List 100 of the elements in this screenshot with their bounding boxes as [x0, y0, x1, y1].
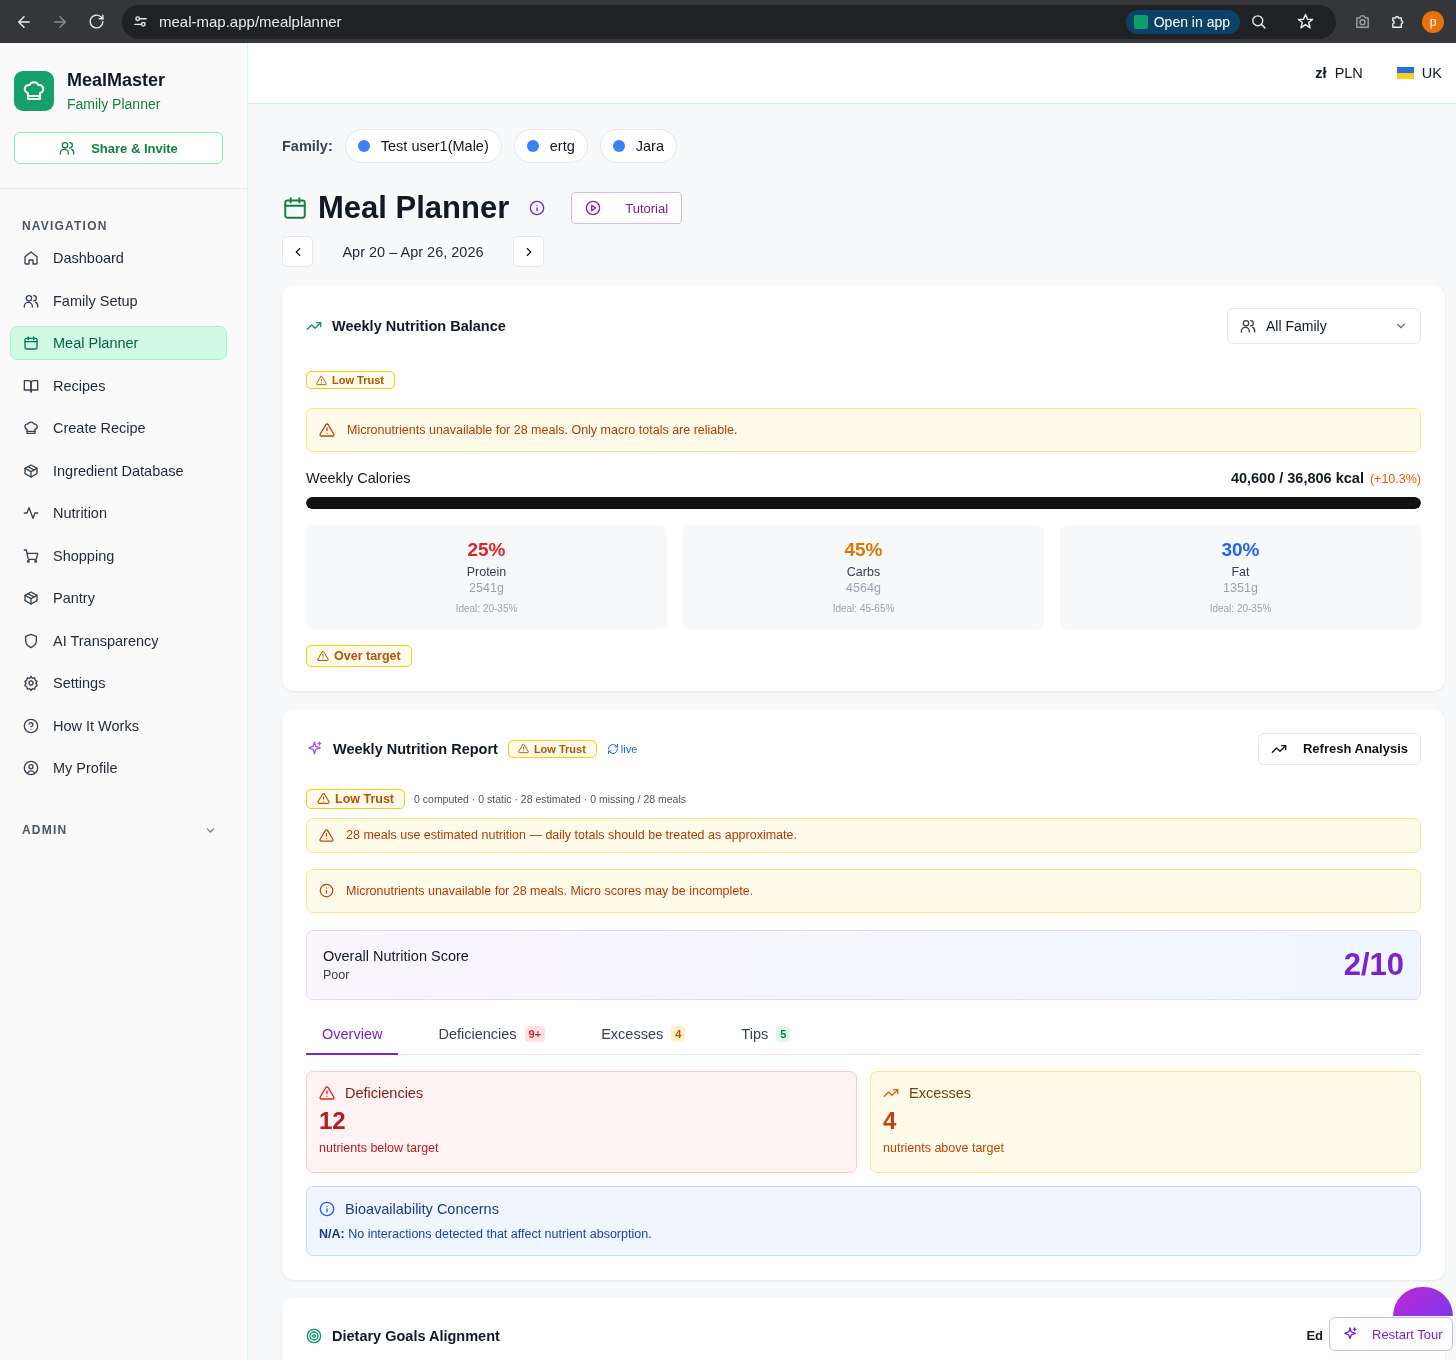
card-title: Dietary Goals Alignment	[332, 1327, 500, 1344]
next-week-button[interactable]	[513, 236, 544, 267]
section-heading: NAVIGATION	[21, 219, 109, 233]
macro-grams: 4564g	[846, 581, 881, 595]
score-rating: Poor	[323, 967, 351, 982]
site-settings-icon	[132, 13, 149, 30]
flag-icon	[1396, 67, 1414, 79]
calories-delta: (+10.3%)	[1369, 471, 1421, 486]
nav-item[interactable]: Meal Planner	[10, 326, 227, 360]
warning-icon	[319, 827, 334, 843]
nav-item[interactable]: Dashboard	[10, 241, 227, 275]
nav-item[interactable]: My Profile	[10, 751, 227, 785]
nav-item[interactable]: Family Setup	[10, 283, 227, 318]
count-badge: 9+	[524, 1025, 546, 1042]
reload-icon	[87, 13, 105, 30]
count-badge: 5	[776, 1025, 791, 1042]
macro-grams: 1351g	[1223, 581, 1258, 595]
calories-label: Weekly Calories	[306, 469, 411, 486]
nav-item[interactable]: Pantry	[10, 581, 227, 615]
summary-count: 4	[883, 1106, 898, 1135]
tab[interactable]: Tips 5	[725, 1014, 807, 1055]
panel-title: Bioavailability Concerns	[345, 1200, 499, 1217]
summary-title: Excesses	[909, 1084, 972, 1101]
calendar-icon	[23, 335, 39, 351]
nav-item[interactable]: Settings	[10, 666, 227, 700]
cube-icon	[23, 462, 39, 479]
zoom-icon	[1250, 13, 1267, 30]
nav-item[interactable]: Recipes	[10, 368, 227, 403]
macro-percent: 45%	[844, 539, 883, 561]
panel-text: N/A: No interactions detected that affect nutrient absorption.	[319, 1226, 653, 1241]
app-name: MealMaster	[67, 70, 166, 91]
target-icon	[306, 1327, 322, 1344]
cube-icon	[23, 590, 39, 606]
nav-item[interactable]: Shopping	[10, 538, 227, 573]
family-filter-dropdown[interactable]: All Family	[1227, 308, 1421, 344]
macro-ideal: Ideal: 20-35%	[455, 603, 518, 614]
restart-tour-button[interactable]: Restart Tour	[1329, 1317, 1453, 1351]
people-icon	[59, 140, 76, 156]
page-title: Meal Planner	[318, 190, 510, 226]
trust-badge: Low Trust	[306, 788, 406, 809]
macro-ideal: Ideal: 45-65%	[832, 603, 895, 614]
macro-name: Protein	[466, 565, 507, 579]
gear-icon	[23, 675, 39, 691]
refresh-analysis-button[interactable]: Refresh Analysis	[1258, 732, 1421, 765]
open-in-app-button[interactable]: Open in app	[1125, 9, 1240, 34]
nav-item[interactable]: Nutrition	[10, 496, 227, 530]
card-title: Weekly Nutrition Report	[333, 740, 498, 757]
language-selector[interactable]: UK	[1396, 65, 1442, 81]
people-icon	[1240, 318, 1256, 334]
info-icon	[319, 1200, 335, 1217]
pulse-icon	[23, 505, 39, 521]
tab[interactable]: Overview	[306, 1014, 399, 1055]
tutorial-button[interactable]: Tutorial	[571, 192, 683, 224]
family-member-chip[interactable]: Jara	[599, 129, 677, 163]
play-icon	[585, 200, 602, 216]
share-invite-button[interactable]: Share & Invite	[14, 132, 223, 164]
score-label: Overall Nutrition Score	[323, 947, 469, 964]
previous-week-button[interactable]	[282, 236, 313, 267]
alert-text: 28 meals use estimated nutrition — daily totals should be treated as approximate.	[346, 828, 797, 842]
meal-counts: 0 computed · 0 static · 28 estimated · 0 missing / 28 meals	[414, 792, 686, 805]
app-logo	[14, 71, 54, 111]
card-title: Weekly Nutrition Balance	[332, 318, 506, 334]
warning-icon	[319, 421, 335, 438]
edit-link[interactable]: Ed	[1306, 1328, 1323, 1343]
family-member-chip[interactable]: ertg	[513, 129, 588, 163]
tab[interactable]: Deficiencies 9+	[422, 1014, 562, 1055]
chat-button[interactable]	[1393, 1287, 1453, 1316]
help-icon	[23, 717, 39, 734]
nav-item[interactable]: Create Recipe	[10, 411, 227, 445]
address-bar[interactable]: meal-map.app/mealplanner Open in app	[122, 4, 1336, 39]
url-text: meal-map.app/mealplanner	[159, 13, 343, 30]
camera-icon	[1353, 13, 1371, 30]
warning-icon	[319, 1084, 335, 1101]
warning-icon	[317, 792, 330, 805]
nav-item[interactable]: How It Works	[10, 708, 227, 743]
summary-count: 12	[319, 1106, 347, 1135]
book-icon	[23, 377, 39, 394]
live-indicator: live	[606, 742, 638, 755]
app-subtitle: Family Planner	[67, 96, 162, 112]
family-member-chip[interactable]: Test user1(Male)	[344, 129, 502, 163]
macro-percent: 25%	[467, 539, 506, 561]
shield-icon	[23, 632, 39, 649]
macro-percent: 30%	[1221, 539, 1260, 561]
tab[interactable]: Excesses 4	[585, 1014, 702, 1055]
currency-selector[interactable]: zł PLN	[1315, 65, 1363, 81]
info-icon	[319, 883, 334, 898]
count-badge: 4	[671, 1025, 686, 1042]
family-label: Family:	[282, 138, 333, 154]
macro-name: Carbs	[846, 565, 881, 579]
sparkle-icon	[1342, 1326, 1358, 1342]
refresh-icon	[606, 742, 619, 755]
nav-item[interactable]: Ingredient Database	[10, 453, 227, 488]
bookmark-star-icon	[1297, 13, 1314, 30]
section-heading: ADMIN	[22, 823, 68, 837]
score-value: 2/10	[1343, 946, 1404, 983]
macro-grams: 2541g	[469, 581, 504, 595]
calories-value: 40,600 / 36,806 kcal	[1230, 469, 1364, 486]
nav-item[interactable]: AI Transparency	[10, 623, 227, 658]
home-icon	[23, 250, 39, 266]
summary-title: Deficiencies	[345, 1084, 424, 1101]
